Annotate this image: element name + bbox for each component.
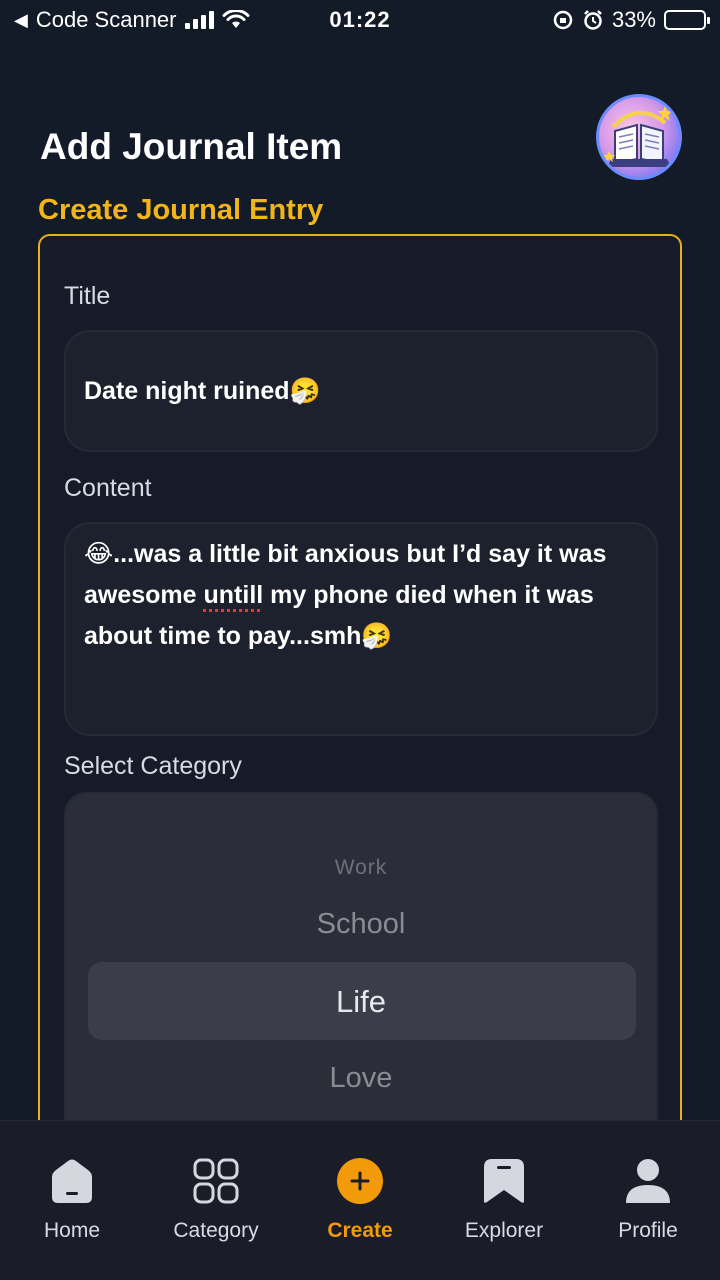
picker-option-work[interactable]: Work bbox=[66, 856, 656, 880]
content-line-1: 😂...was a little bit anxious but I’d say… bbox=[84, 540, 607, 568]
rotation-lock-icon bbox=[553, 10, 573, 30]
content-text: 😂...was a little bit anxious but I’d say… bbox=[84, 534, 638, 657]
nav-label-explorer: Explorer bbox=[464, 1219, 544, 1242]
section-subtitle: Create Journal Entry bbox=[38, 194, 324, 226]
cellular-signal-icon bbox=[184, 11, 214, 29]
status-time: 01:22 bbox=[329, 7, 391, 32]
nav-item-category[interactable]: Category bbox=[144, 1121, 288, 1280]
picker-option-life[interactable]: Life bbox=[66, 984, 656, 1020]
back-arrow-icon[interactable]: ◀ bbox=[14, 10, 28, 31]
nav-label-category: Category bbox=[173, 1219, 259, 1242]
alarm-icon bbox=[584, 10, 602, 30]
plus-circle-icon bbox=[337, 1158, 383, 1204]
status-bar-left[interactable]: ◀ Code Scanner bbox=[14, 7, 250, 33]
category-label: Select Category bbox=[64, 752, 242, 780]
journal-form-card: Title Date night ruined🤧 Content 😂...was… bbox=[38, 234, 682, 1192]
back-app-label[interactable]: Code Scanner bbox=[36, 7, 177, 33]
nav-item-home[interactable]: Home bbox=[0, 1121, 144, 1280]
wifi-icon bbox=[222, 10, 249, 28]
battery-percent: 33% bbox=[611, 7, 656, 32]
home-icon bbox=[52, 1159, 92, 1203]
content-textarea[interactable]: 😂...was a little bit anxious but I’d say… bbox=[64, 522, 658, 736]
bookmark-icon bbox=[484, 1159, 524, 1203]
page-title: Add Journal Item bbox=[40, 126, 343, 167]
nav-label-home: Home bbox=[43, 1219, 101, 1242]
avatar-illustration bbox=[603, 105, 673, 167]
content-line-2-part-b: my phone died when it was bbox=[263, 581, 594, 609]
user-icon bbox=[626, 1159, 670, 1203]
grid-icon bbox=[193, 1158, 239, 1204]
content-label: Content bbox=[64, 474, 152, 502]
nav-label-profile: Profile bbox=[618, 1219, 678, 1242]
picker-option-school[interactable]: School bbox=[66, 908, 656, 941]
title-label: Title bbox=[64, 282, 111, 310]
nav-label-create: Create bbox=[327, 1219, 393, 1242]
nav-item-profile[interactable]: Profile bbox=[576, 1121, 720, 1280]
content-line-2-part-a: awesome bbox=[84, 581, 204, 609]
title-input[interactable]: Date night ruined🤧 bbox=[64, 330, 658, 452]
nav-item-create[interactable]: Create bbox=[288, 1121, 432, 1280]
nav-item-explorer[interactable]: Explorer bbox=[432, 1121, 576, 1280]
misspelled-word[interactable]: untill bbox=[204, 581, 264, 609]
title-input-value: Date night ruined🤧 bbox=[84, 376, 321, 405]
bottom-nav: Home Category Create Explorer Profile bbox=[0, 1120, 720, 1280]
battery-icon bbox=[664, 10, 710, 30]
content-line-2: awesome untill my phone died when it was bbox=[84, 575, 638, 616]
status-bar: ◀ Code Scanner 01:22 33% bbox=[0, 0, 720, 40]
open-book-icon[interactable] bbox=[596, 94, 682, 180]
picker-option-love[interactable]: Love bbox=[66, 1062, 656, 1095]
status-bar-right: 33% bbox=[552, 7, 710, 33]
content-line-3: about time to pay...smh🤧 bbox=[84, 622, 393, 650]
